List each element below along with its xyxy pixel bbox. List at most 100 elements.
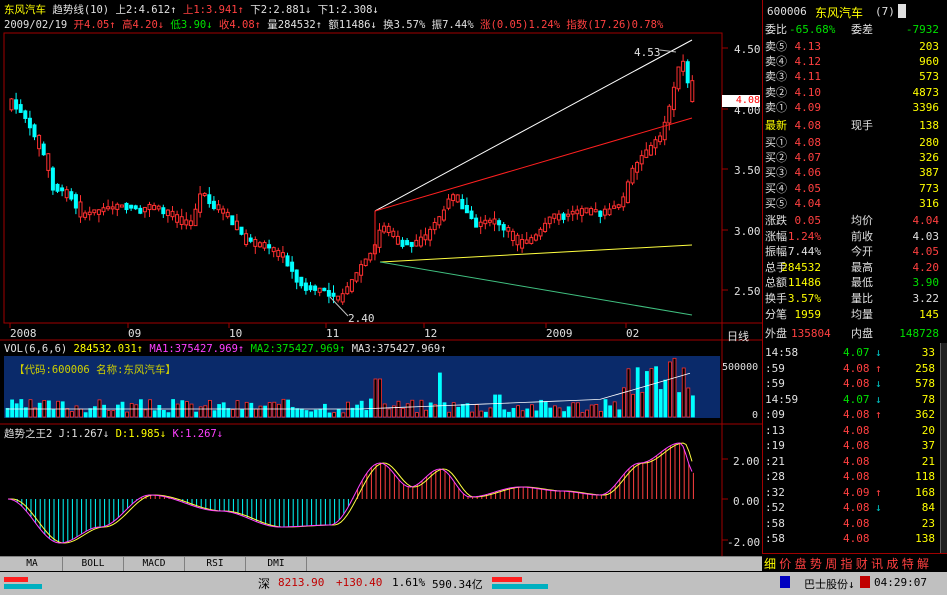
sell-row[interactable]: 卖① 4.09 3396 [763, 100, 941, 115]
tick-volume: 23 [921, 516, 935, 530]
candle-body [561, 213, 566, 220]
stock-alert[interactable]: 巴士股份↓ [804, 576, 855, 592]
side-tab[interactable]: 盘 [795, 555, 807, 572]
tick-time: :59 [765, 361, 785, 375]
candle-body [625, 181, 630, 204]
side-tab[interactable]: 特 [902, 555, 914, 572]
tick-time: :32 [765, 485, 785, 499]
x-axis-unit[interactable]: 日线 [727, 328, 749, 344]
volume-bar [571, 402, 576, 418]
buy-row[interactable]: 买⑤ 4.04 316 [763, 196, 941, 211]
weicha-label: 委差 [851, 23, 873, 36]
left-mini-chart[interactable] [4, 575, 42, 591]
indicator-name[interactable]: 趋势线(10) [52, 4, 109, 16]
stat-value: 3.57% [787, 292, 821, 305]
side-tab[interactable]: 势 [810, 555, 822, 572]
side-tab[interactable]: 周 [825, 555, 837, 572]
tick-row: :58 4.08 23 [763, 516, 941, 531]
candle-body [101, 207, 106, 213]
stat-value: 4.20 [912, 260, 940, 274]
sell-row[interactable]: 卖② 4.10 4873 [763, 85, 941, 100]
tick-volume: 258 [915, 361, 935, 375]
tick-row: 14:58 4.07 ↓ 33 [763, 345, 941, 360]
candle-body [584, 207, 589, 214]
index-turnover: 590.34亿 [432, 578, 483, 591]
candle-body [340, 293, 345, 303]
tab-macd[interactable]: MACD [124, 557, 185, 571]
outer-label: 外盘 [765, 327, 787, 340]
candle-body [395, 235, 400, 245]
scroll-handle[interactable] [898, 4, 906, 18]
side-tab[interactable]: 价 [779, 555, 791, 572]
sell-row[interactable]: 卖③ 4.11 573 [763, 69, 941, 84]
price-panel-frame [3, 32, 723, 324]
volume-bar [19, 399, 24, 418]
tick-volume: 21 [921, 454, 935, 468]
trend-j: J:1.267↓ [58, 428, 110, 440]
candle-body [27, 117, 32, 129]
stat-value: 1959 [794, 307, 822, 321]
buy-volume: 316 [919, 196, 939, 210]
side-tab[interactable]: 细 [764, 555, 776, 572]
support-line [379, 244, 693, 263]
candle-body [267, 244, 272, 249]
buy-label: 买① [765, 136, 787, 149]
tab-boll[interactable]: BOLL [63, 557, 124, 571]
trend-title[interactable]: 趋势之王2 [4, 428, 52, 440]
volume-ma3: MA3:375427.969↑ [351, 343, 447, 355]
alert-icon[interactable] [780, 576, 790, 588]
sell-row[interactable]: 卖④ 4.12 960 [763, 54, 941, 69]
candle-body [391, 230, 396, 237]
candle-body [216, 204, 221, 211]
date-label-09: 09 [128, 327, 142, 340]
volume-bar [355, 404, 360, 418]
tick-row: :28 4.08 118 [763, 469, 941, 484]
tab-dmi[interactable]: DMI [246, 557, 307, 571]
volume-bar [263, 405, 268, 418]
sell-label: 卖③ [765, 70, 787, 84]
side-tab[interactable]: 解 [917, 555, 929, 572]
tick-time: 14:58 [765, 346, 799, 359]
tab-ma[interactable]: MA [2, 557, 63, 571]
sell-label: 卖① [765, 100, 787, 114]
volume-bar [299, 408, 304, 418]
right-mini-chart[interactable] [492, 575, 548, 591]
candle-body [248, 237, 253, 242]
buy-row[interactable]: 买③ 4.06 387 [763, 165, 941, 180]
tick-price: 4.08 [843, 501, 870, 514]
candle-body [658, 135, 663, 143]
side-tab[interactable]: 指 [841, 555, 853, 572]
volume-bar [645, 371, 649, 418]
bar-amount: 额11486↓ [328, 19, 377, 31]
sound-icon[interactable] [860, 576, 870, 588]
stat-label: 量比 [851, 292, 873, 305]
candle-body [193, 208, 198, 227]
volume-bar [341, 412, 346, 418]
buy-row[interactable]: 买② 4.07 326 [763, 150, 941, 165]
volume-bar [336, 408, 341, 418]
side-tab[interactable]: 成 [886, 555, 898, 572]
tick-scrollbar[interactable] [940, 343, 947, 553]
tab-rsi[interactable]: RSI [185, 557, 246, 571]
volume-bar [506, 411, 511, 418]
candle-body [524, 239, 529, 244]
volume-bar [594, 404, 599, 418]
tick-direction: ↓ [875, 501, 882, 514]
buy-row[interactable]: 买④ 4.05 773 [763, 181, 941, 196]
candle-body [280, 252, 285, 258]
volume-bar [483, 411, 488, 418]
candle-body [303, 282, 308, 291]
buy-row[interactable]: 买① 4.08 280 [763, 135, 941, 150]
trend-tick-2: 2.00 [733, 455, 760, 468]
volume-tick-0: 0 [752, 410, 759, 421]
side-tab[interactable]: 讯 [871, 555, 883, 572]
side-tab[interactable]: 财 [856, 555, 868, 572]
volume-title[interactable]: VOL(6,6,6) [4, 343, 67, 355]
volume-bar [635, 367, 640, 418]
mid-trend-line [374, 117, 693, 212]
bar-close: 收4.08↑ [218, 19, 261, 31]
volume-bar [198, 406, 203, 418]
chart-canvas[interactable] [0, 0, 762, 556]
sell-row[interactable]: 卖⑤ 4.13 203 [763, 39, 941, 54]
chart-area[interactable]: 东风汽车 趋势线(10) 上2:4.612↑ 上1:3.941↑ 下2:2.88… [0, 0, 762, 560]
